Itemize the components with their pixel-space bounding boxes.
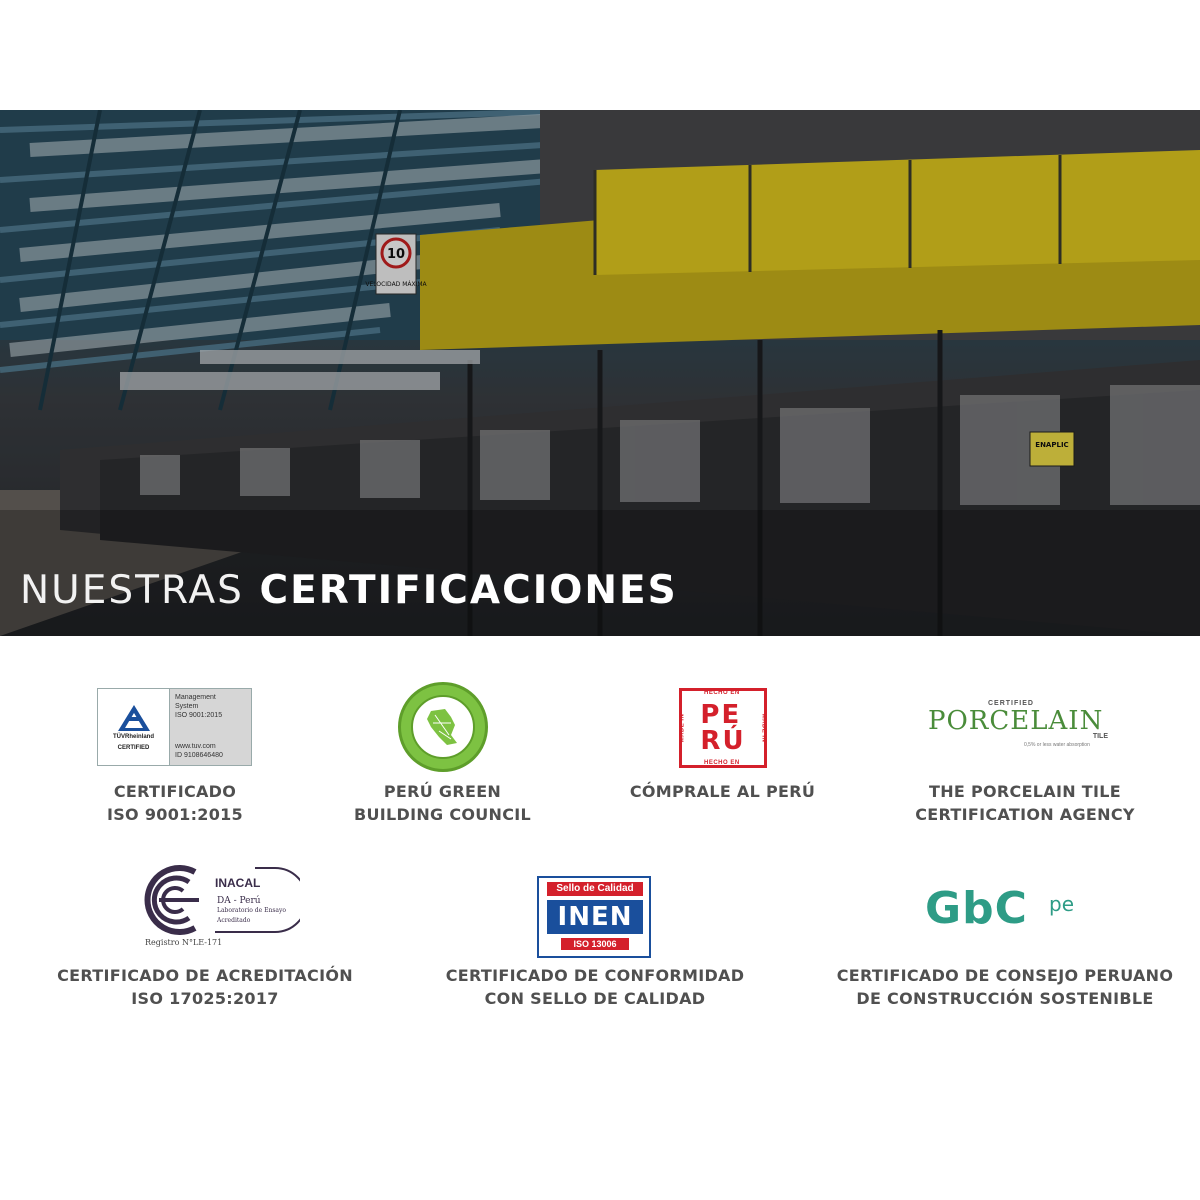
pgbc-inner — [411, 695, 475, 759]
peru-wordmark: PE RÚ — [700, 702, 745, 754]
cert-line2: CERTIFICATION AGENCY — [915, 805, 1135, 824]
cert-comprale-peru: CÓMPRALE AL PERÚ — [600, 780, 845, 803]
cert-line2: ISO 17025:2017 — [131, 989, 279, 1008]
title-bold: CERTIFICACIONES — [259, 568, 678, 613]
hero-banner: 10 VELOCIDAD MÁXIMA ENAPLIC NUESTRAS CER… — [0, 110, 1200, 636]
gbc-peru-logo: GbC pe — [925, 884, 1095, 944]
cert-line2: DE CONSTRUCCIÓN SOSTENIBLE — [856, 989, 1154, 1008]
cert-line2: ISO 9001:2015 — [106, 805, 243, 824]
peru-green-building-council-logo — [398, 682, 488, 772]
tuv-ms1: Management — [175, 694, 216, 701]
cert-line1: PERÚ GREEN — [383, 782, 502, 801]
cert-line1: CERTIFICADO — [113, 782, 237, 801]
certifications-page: 10 VELOCIDAD MÁXIMA ENAPLIC NUESTRAS CER… — [0, 0, 1200, 1200]
peru-edge-top: HECHO EN — [704, 690, 740, 696]
inacal-sub2: Laboratorio de Ensayo — [217, 907, 286, 914]
cert-line2: BUILDING COUNCIL — [353, 805, 532, 824]
tuv-web: www.tuv.com — [175, 743, 216, 750]
peru-word-top: PE — [700, 700, 742, 730]
cert-line1: CERTIFICADO DE CONSEJO PERUANO — [836, 966, 1174, 985]
porcelain-certified: CERTIFIED — [988, 700, 1034, 707]
porcelain-tile: TILE — [1092, 733, 1108, 740]
tuv-triangle-icon — [117, 704, 150, 731]
inacal-sub3: Acreditado — [217, 917, 251, 924]
title-light: NUESTRAS — [20, 568, 244, 613]
hecho-en-peru-logo: HECHO EN HECHO EN MADE IN MADE IN PE RÚ — [679, 688, 767, 768]
cert-peru-gbc: PERÚ GREEN BUILDING COUNCIL — [320, 780, 565, 826]
tuv-certified: CERTIFIED — [117, 744, 150, 751]
peru-edge-bottom: HECHO EN — [704, 760, 740, 766]
cert-line1: CERTIFICADO DE CONFORMIDAD — [445, 966, 745, 985]
cert-line2: CON SELLO DE CALIDAD — [484, 989, 706, 1008]
gbc-suffix: pe — [1049, 892, 1074, 916]
tuv-details: Management System ISO 9001:2015 www.tuv.… — [170, 689, 251, 765]
inacal-sub: DA - Perú Laboratorio de Ensayo Acredita… — [217, 896, 286, 926]
page-title: NUESTRAS CERTIFICACIONES — [20, 568, 678, 613]
inen-iso: ISO 13006 — [561, 938, 629, 950]
cert-line1: THE PORCELAIN TILE — [928, 782, 1121, 801]
tuv-iso: ISO 9001:2015 — [175, 712, 223, 719]
peru-map-icon — [427, 709, 457, 745]
peru-word-bottom: RÚ — [700, 726, 746, 756]
inen-logo: Sello de Calidad INEN ISO 13006 — [537, 876, 651, 958]
porcelain-tile-logo: CERTIFIED PORCELAIN TILE 0,5% or less wa… — [928, 700, 1118, 752]
inacal-name: INACAL — [215, 876, 261, 890]
cert-line1: CERTIFICADO DE ACREDITACIÓN — [57, 966, 353, 985]
porcelain-wordmark: PORCELAIN — [928, 706, 1104, 736]
cert-construccion-sostenible: CERTIFICADO DE CONSEJO PERUANO DE CONSTR… — [820, 964, 1190, 1010]
porcelain-tagline: 0,5% or less water absorption — [1024, 742, 1090, 748]
inacal-logo: INACAL DA - Perú Laboratorio de Ensayo A… — [115, 864, 308, 954]
tuv-brand: TÜVRheinland — [112, 733, 154, 740]
cert-line1: CÓMPRALE AL PERÚ — [629, 782, 816, 801]
inen-top: Sello de Calidad — [547, 882, 643, 896]
cert-porcelain: THE PORCELAIN TILE CERTIFICATION AGENCY — [890, 780, 1160, 826]
inacal-sub1: DA - Perú — [217, 896, 261, 906]
tuv-id: ID 9108646480 — [175, 752, 223, 759]
cert-iso17025: CERTIFICADO DE ACREDITACIÓN ISO 17025:20… — [40, 964, 370, 1010]
cert-iso9001: CERTIFICADO ISO 9001:2015 — [60, 780, 290, 826]
tuv-mark: TÜVRheinland CERTIFIED — [98, 689, 170, 765]
tuv-rheinland-logo: TÜVRheinland CERTIFIED Management System… — [97, 688, 252, 766]
inen-wordmark: INEN — [547, 900, 643, 934]
peru-edge-right: MADE IN — [760, 713, 767, 743]
tuv-ms2: System — [175, 703, 199, 710]
peru-edge-left: MADE IN — [679, 713, 686, 743]
inacal-registry: Registro N°LE-171 — [145, 938, 223, 947]
factory-photo: 10 VELOCIDAD MÁXIMA ENAPLIC — [0, 110, 1200, 636]
cert-sello-calidad: CERTIFICADO DE CONFORMIDAD CON SELLO DE … — [430, 964, 760, 1010]
